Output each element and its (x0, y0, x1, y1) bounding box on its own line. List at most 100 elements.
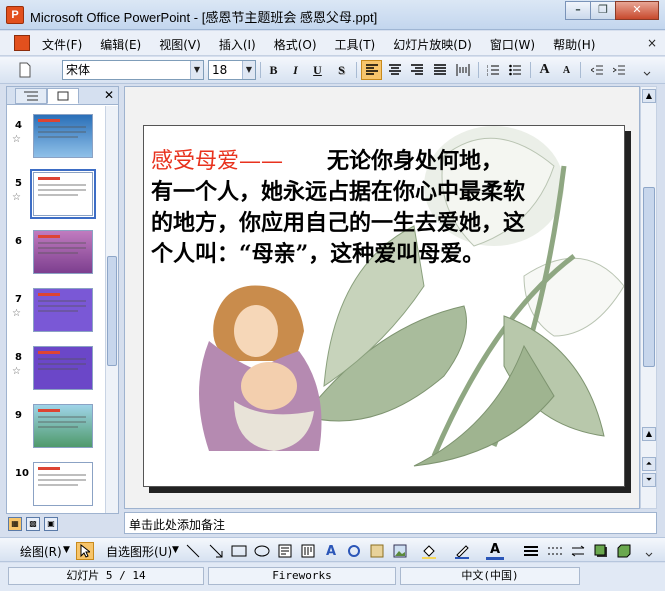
chevron-down-icon[interactable]: ▼ (172, 545, 179, 555)
slides-pane-scrollbar[interactable] (105, 106, 118, 513)
chevron-down-icon[interactable]: ▼ (63, 545, 70, 555)
numbering-icon[interactable] (482, 60, 503, 80)
line-icon[interactable] (184, 542, 202, 560)
slide-thumbnail-row[interactable]: 4 ☆ (7, 114, 105, 164)
menu-item[interactable]: 格式(O) (274, 36, 317, 53)
restore-button[interactable]: ❐ (590, 1, 616, 20)
slide-thumbnail[interactable] (33, 346, 93, 390)
menu-item[interactable]: 窗口(W) (490, 36, 535, 53)
slide-body-line[interactable]: 有一个人，她永远占据在你心中最柔软 (151, 177, 611, 208)
bullets-icon[interactable] (504, 60, 525, 80)
oval-icon[interactable] (253, 542, 271, 560)
slide-thumbnail[interactable] (33, 288, 93, 332)
font-name-combo[interactable]: 宋体 ▼ (62, 60, 204, 80)
tab-slides[interactable] (47, 88, 79, 104)
chevron-down-icon[interactable]: ▼ (190, 61, 203, 79)
menu-item[interactable]: 编辑(E) (100, 36, 141, 53)
decrease-indent-icon[interactable] (586, 60, 607, 80)
close-button[interactable]: ✕ (615, 1, 659, 20)
slide-thumbnail-row[interactable]: 5 ☆ (7, 169, 105, 222)
shadow-style-icon[interactable] (592, 542, 610, 560)
rectangle-icon[interactable] (230, 542, 248, 560)
decrease-font-button[interactable]: A (556, 60, 577, 80)
slide-body-text[interactable]: 感受母爱—— 无论你身处何地， 有一个人，她永远占据在你心中最柔软 的地方，你应… (151, 146, 611, 270)
next-slide-icon[interactable]: ⏷ (642, 473, 656, 487)
slide-thumbnail[interactable] (33, 462, 93, 506)
clip-art-icon[interactable] (368, 542, 386, 560)
slide-scrollbar[interactable]: ▲ ▲ ⏶ ⏷ (640, 86, 657, 509)
previous-slide-icon[interactable]: ⏶ (642, 457, 656, 471)
close-document-icon[interactable]: × (647, 36, 657, 50)
menu-item[interactable]: 文件(F) (42, 36, 82, 53)
wordart-icon[interactable]: A (322, 542, 340, 560)
draw-menu-button[interactable]: 绘图(R) (20, 543, 62, 560)
powerpoint-app-icon[interactable]: P (6, 6, 24, 24)
dash-style-icon[interactable] (546, 542, 564, 560)
animation-star-icon: ☆ (12, 308, 21, 319)
increase-indent-icon[interactable] (608, 60, 629, 80)
notes-placeholder[interactable]: 单击此处添加备注 (129, 516, 225, 533)
italic-button[interactable]: I (285, 60, 306, 80)
3d-style-icon[interactable] (615, 542, 633, 560)
slide-body-line[interactable]: 个人叫：“母亲”，这种爱叫母爱。 (151, 239, 611, 270)
toolbar-options-icon[interactable] (640, 542, 658, 560)
slide-heading[interactable]: 感受母爱—— (151, 149, 283, 174)
slide-thumbnail-row[interactable]: 6 (7, 230, 105, 280)
slide-thumbnail-row[interactable]: 9 (7, 404, 105, 454)
tab-outline[interactable] (15, 88, 47, 104)
line-style-icon[interactable] (522, 542, 540, 560)
new-document-icon[interactable] (14, 60, 35, 80)
slide-thumbnail[interactable] (33, 230, 93, 274)
normal-view-icon[interactable]: ▦ (8, 517, 22, 531)
fill-color-icon[interactable] (420, 542, 438, 560)
slideshow-view-icon[interactable]: ▣ (44, 517, 58, 531)
textbox-icon[interactable] (276, 542, 294, 560)
close-icon[interactable]: ✕ (104, 88, 114, 102)
slide-thumbnail-row[interactable]: 8 ☆ (7, 346, 105, 396)
scroll-down-icon[interactable]: ▲ (642, 427, 656, 441)
slide-thumbnail-row[interactable]: 10 (7, 462, 105, 512)
slide-sorter-view-icon[interactable]: ▩ (26, 517, 40, 531)
scroll-thumb[interactable] (643, 187, 655, 367)
arrow-style-icon[interactable] (569, 542, 587, 560)
menu-item[interactable]: 视图(V) (159, 36, 201, 53)
distributed-icon[interactable] (452, 60, 473, 80)
slide-canvas[interactable]: 感受母爱—— 无论你身处何地， 有一个人，她永远占据在你心中最柔软 的地方，你应… (143, 125, 625, 487)
document-icon[interactable] (14, 35, 30, 51)
chevron-down-icon[interactable]: ▼ (242, 61, 255, 79)
align-center-icon[interactable] (384, 60, 405, 80)
menu-item[interactable]: 工具(T) (335, 36, 376, 53)
select-pointer-icon[interactable] (76, 542, 94, 560)
slide-thumbnail[interactable] (33, 114, 93, 158)
vertical-textbox-icon[interactable] (299, 542, 317, 560)
toolbar-options-icon[interactable] (640, 60, 654, 80)
diagram-icon[interactable] (345, 542, 363, 560)
slide-body-line[interactable]: 无论你身处何地， (283, 148, 503, 174)
slide-thumbnail[interactable] (30, 169, 96, 219)
font-color-icon[interactable]: A (486, 542, 504, 560)
align-right-icon[interactable] (406, 60, 427, 80)
increase-font-button[interactable]: A (534, 60, 555, 80)
mother-child-image[interactable] (184, 281, 324, 451)
minimize-button[interactable]: – (565, 1, 591, 20)
menu-item[interactable]: 幻灯片放映(D) (393, 36, 472, 53)
align-left-icon[interactable] (361, 60, 382, 80)
line-color-icon[interactable] (453, 542, 471, 560)
bold-button[interactable]: B (263, 60, 284, 80)
arrow-icon[interactable] (207, 542, 225, 560)
menu-item[interactable]: 帮助(H) (553, 36, 595, 53)
autoshapes-menu-button[interactable]: 自选图形(U) (106, 543, 172, 560)
animation-star-icon: ☆ (12, 192, 21, 203)
insert-picture-icon[interactable] (391, 542, 409, 560)
shadow-button[interactable]: S (331, 60, 352, 80)
scroll-up-icon[interactable]: ▲ (642, 89, 656, 103)
slide-thumbnail[interactable] (33, 404, 93, 448)
notes-pane[interactable]: 单击此处添加备注 (124, 512, 657, 534)
slide-body-line[interactable]: 的地方，你应用自己的一生去爱她，这 (151, 208, 611, 239)
font-size-combo[interactable]: 18 ▼ (208, 60, 256, 80)
slide-thumbnail-row[interactable]: 7 ☆ (7, 288, 105, 338)
menu-item[interactable]: 插入(I) (219, 36, 256, 53)
underline-button[interactable]: U (307, 60, 328, 80)
window-controls: – ❐ ✕ (565, 1, 659, 20)
justify-icon[interactable] (429, 60, 450, 80)
